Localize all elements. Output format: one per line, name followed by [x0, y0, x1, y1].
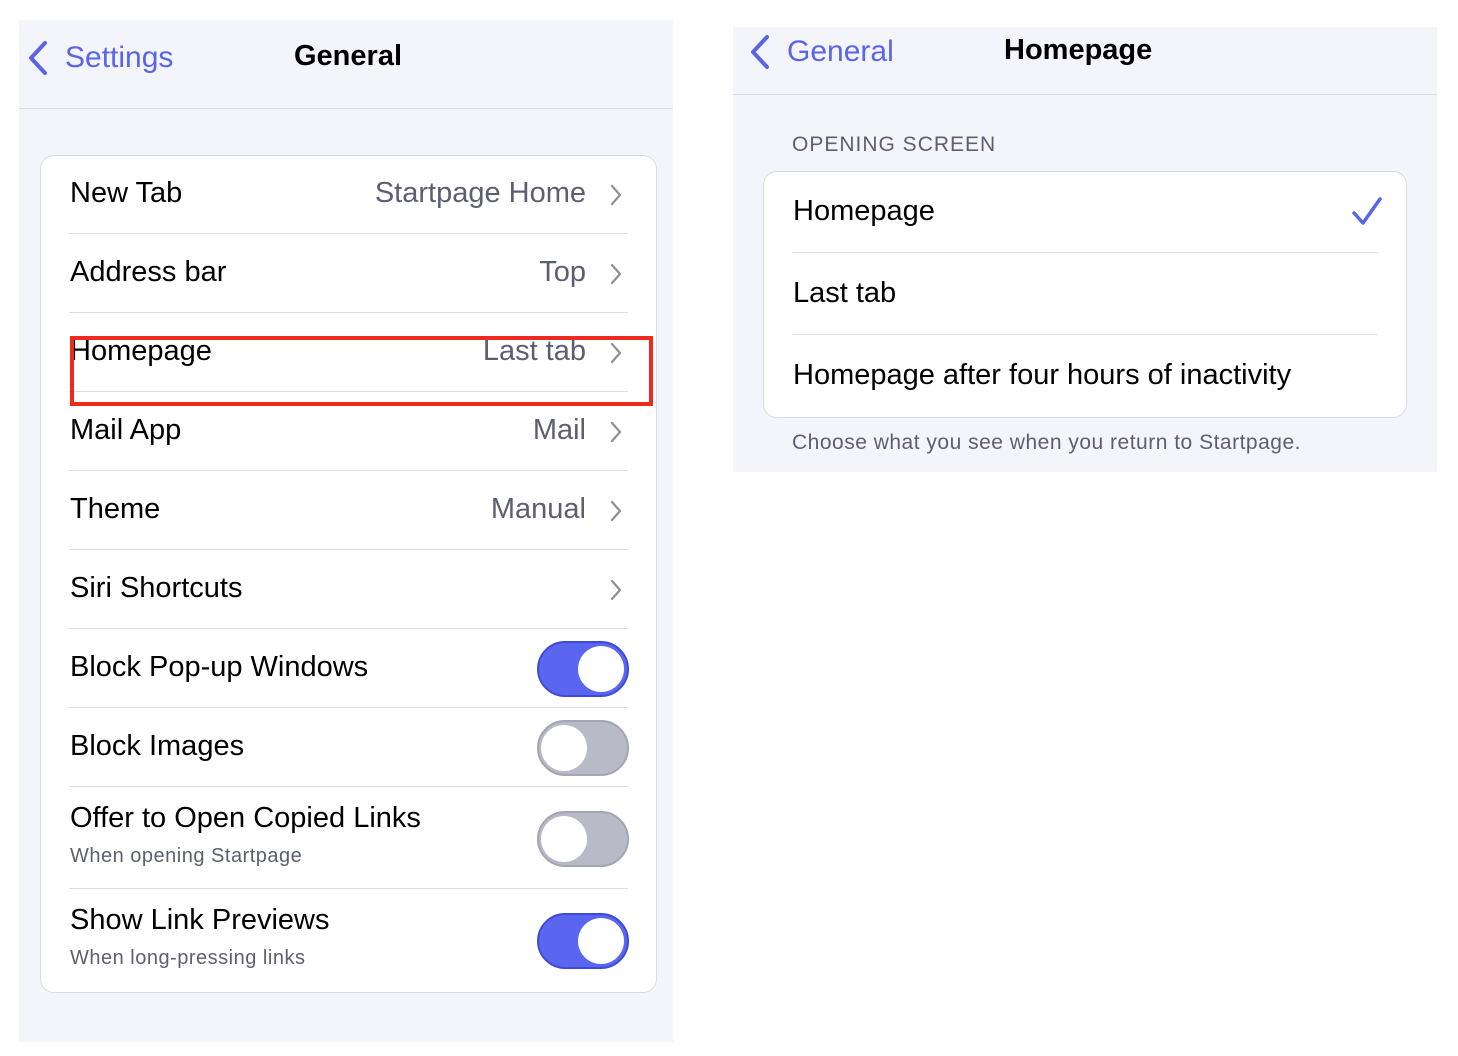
setting-row-theme[interactable]: Theme Manual: [41, 471, 656, 550]
homepage-settings-screen: General Homepage OPENING SCREEN Homepage…: [733, 27, 1437, 472]
navigation-bar: Settings General: [19, 20, 673, 109]
setting-value: Last tab: [482, 335, 586, 367]
toggle-knob: [578, 918, 624, 964]
checkmark-icon: [1352, 197, 1382, 225]
chevron-right-icon: [610, 184, 622, 206]
option-homepage-after-inactivity[interactable]: Homepage after four hours of inactivity: [764, 335, 1406, 417]
setting-value: Manual: [490, 493, 586, 525]
chevron-right-icon: [610, 342, 622, 364]
setting-row-link-previews: Show Link Previews When long-pressing li…: [41, 889, 656, 992]
setting-row-address-bar[interactable]: Address bar Top: [41, 234, 656, 313]
setting-label: Siri Shortcuts: [70, 572, 243, 604]
link-previews-toggle[interactable]: [537, 913, 629, 969]
setting-value: Startpage Home: [374, 177, 586, 209]
setting-label: Address bar: [70, 256, 227, 288]
back-button-label: General: [787, 35, 894, 68]
setting-label: Mail App: [70, 414, 182, 446]
back-to-general-button[interactable]: General: [749, 32, 894, 72]
toggle-knob: [541, 725, 587, 771]
toggle-knob: [578, 646, 624, 692]
option-label: Last tab: [793, 277, 897, 309]
back-to-settings-button[interactable]: Settings: [27, 38, 173, 78]
setting-value: Mail: [532, 414, 586, 446]
setting-row-open-copied-links: Offer to Open Copied Links When opening …: [41, 787, 656, 889]
setting-label: Show Link Previews: [70, 904, 330, 936]
section-footer: Choose what you see when you return to S…: [792, 431, 1301, 454]
general-settings-screen: Settings General New Tab Startpage Home …: [19, 20, 673, 1042]
option-homepage[interactable]: Homepage: [764, 172, 1406, 253]
page-title: Homepage: [1004, 34, 1153, 66]
chevron-right-icon: [610, 500, 622, 522]
setting-label: Block Images: [70, 730, 245, 762]
setting-label: Offer to Open Copied Links: [70, 802, 421, 834]
setting-value: Top: [539, 256, 586, 288]
setting-row-mail-app[interactable]: Mail App Mail: [41, 392, 656, 471]
chevron-right-icon: [610, 263, 622, 285]
setting-label: New Tab: [70, 177, 183, 209]
opening-screen-options: Homepage Last tab Homepage after four ho…: [763, 171, 1407, 418]
setting-row-siri-shortcuts[interactable]: Siri Shortcuts: [41, 550, 656, 629]
option-label: Homepage after four hours of inactivity: [793, 359, 1292, 391]
chevron-right-icon: [610, 579, 622, 601]
setting-subtitle: When long-pressing links: [70, 947, 306, 969]
setting-row-homepage[interactable]: Homepage Last tab: [41, 313, 656, 392]
page-title: General: [294, 40, 402, 72]
section-header: OPENING SCREEN: [792, 133, 997, 156]
back-button-label: Settings: [65, 41, 174, 74]
chevron-left-icon: [29, 41, 47, 75]
setting-label: Theme: [70, 493, 161, 525]
chevron-right-icon: [610, 421, 622, 443]
setting-row-new-tab[interactable]: New Tab Startpage Home: [41, 156, 656, 234]
setting-row-block-popups: Block Pop-up Windows: [41, 629, 656, 708]
block-images-toggle[interactable]: [537, 720, 629, 776]
setting-label: Homepage: [70, 335, 212, 367]
chevron-left-icon: [751, 35, 769, 69]
toggle-knob: [541, 816, 587, 862]
open-copied-links-toggle[interactable]: [537, 811, 629, 867]
settings-list: New Tab Startpage Home Address bar Top H…: [40, 155, 657, 993]
block-popups-toggle[interactable]: [537, 641, 629, 697]
setting-subtitle: When opening Startpage: [70, 845, 303, 867]
option-label: Homepage: [793, 195, 935, 227]
setting-row-block-images: Block Images: [41, 708, 656, 787]
setting-label: Block Pop-up Windows: [70, 651, 369, 683]
navigation-bar: General Homepage: [733, 27, 1437, 95]
option-last-tab[interactable]: Last tab: [764, 253, 1406, 335]
